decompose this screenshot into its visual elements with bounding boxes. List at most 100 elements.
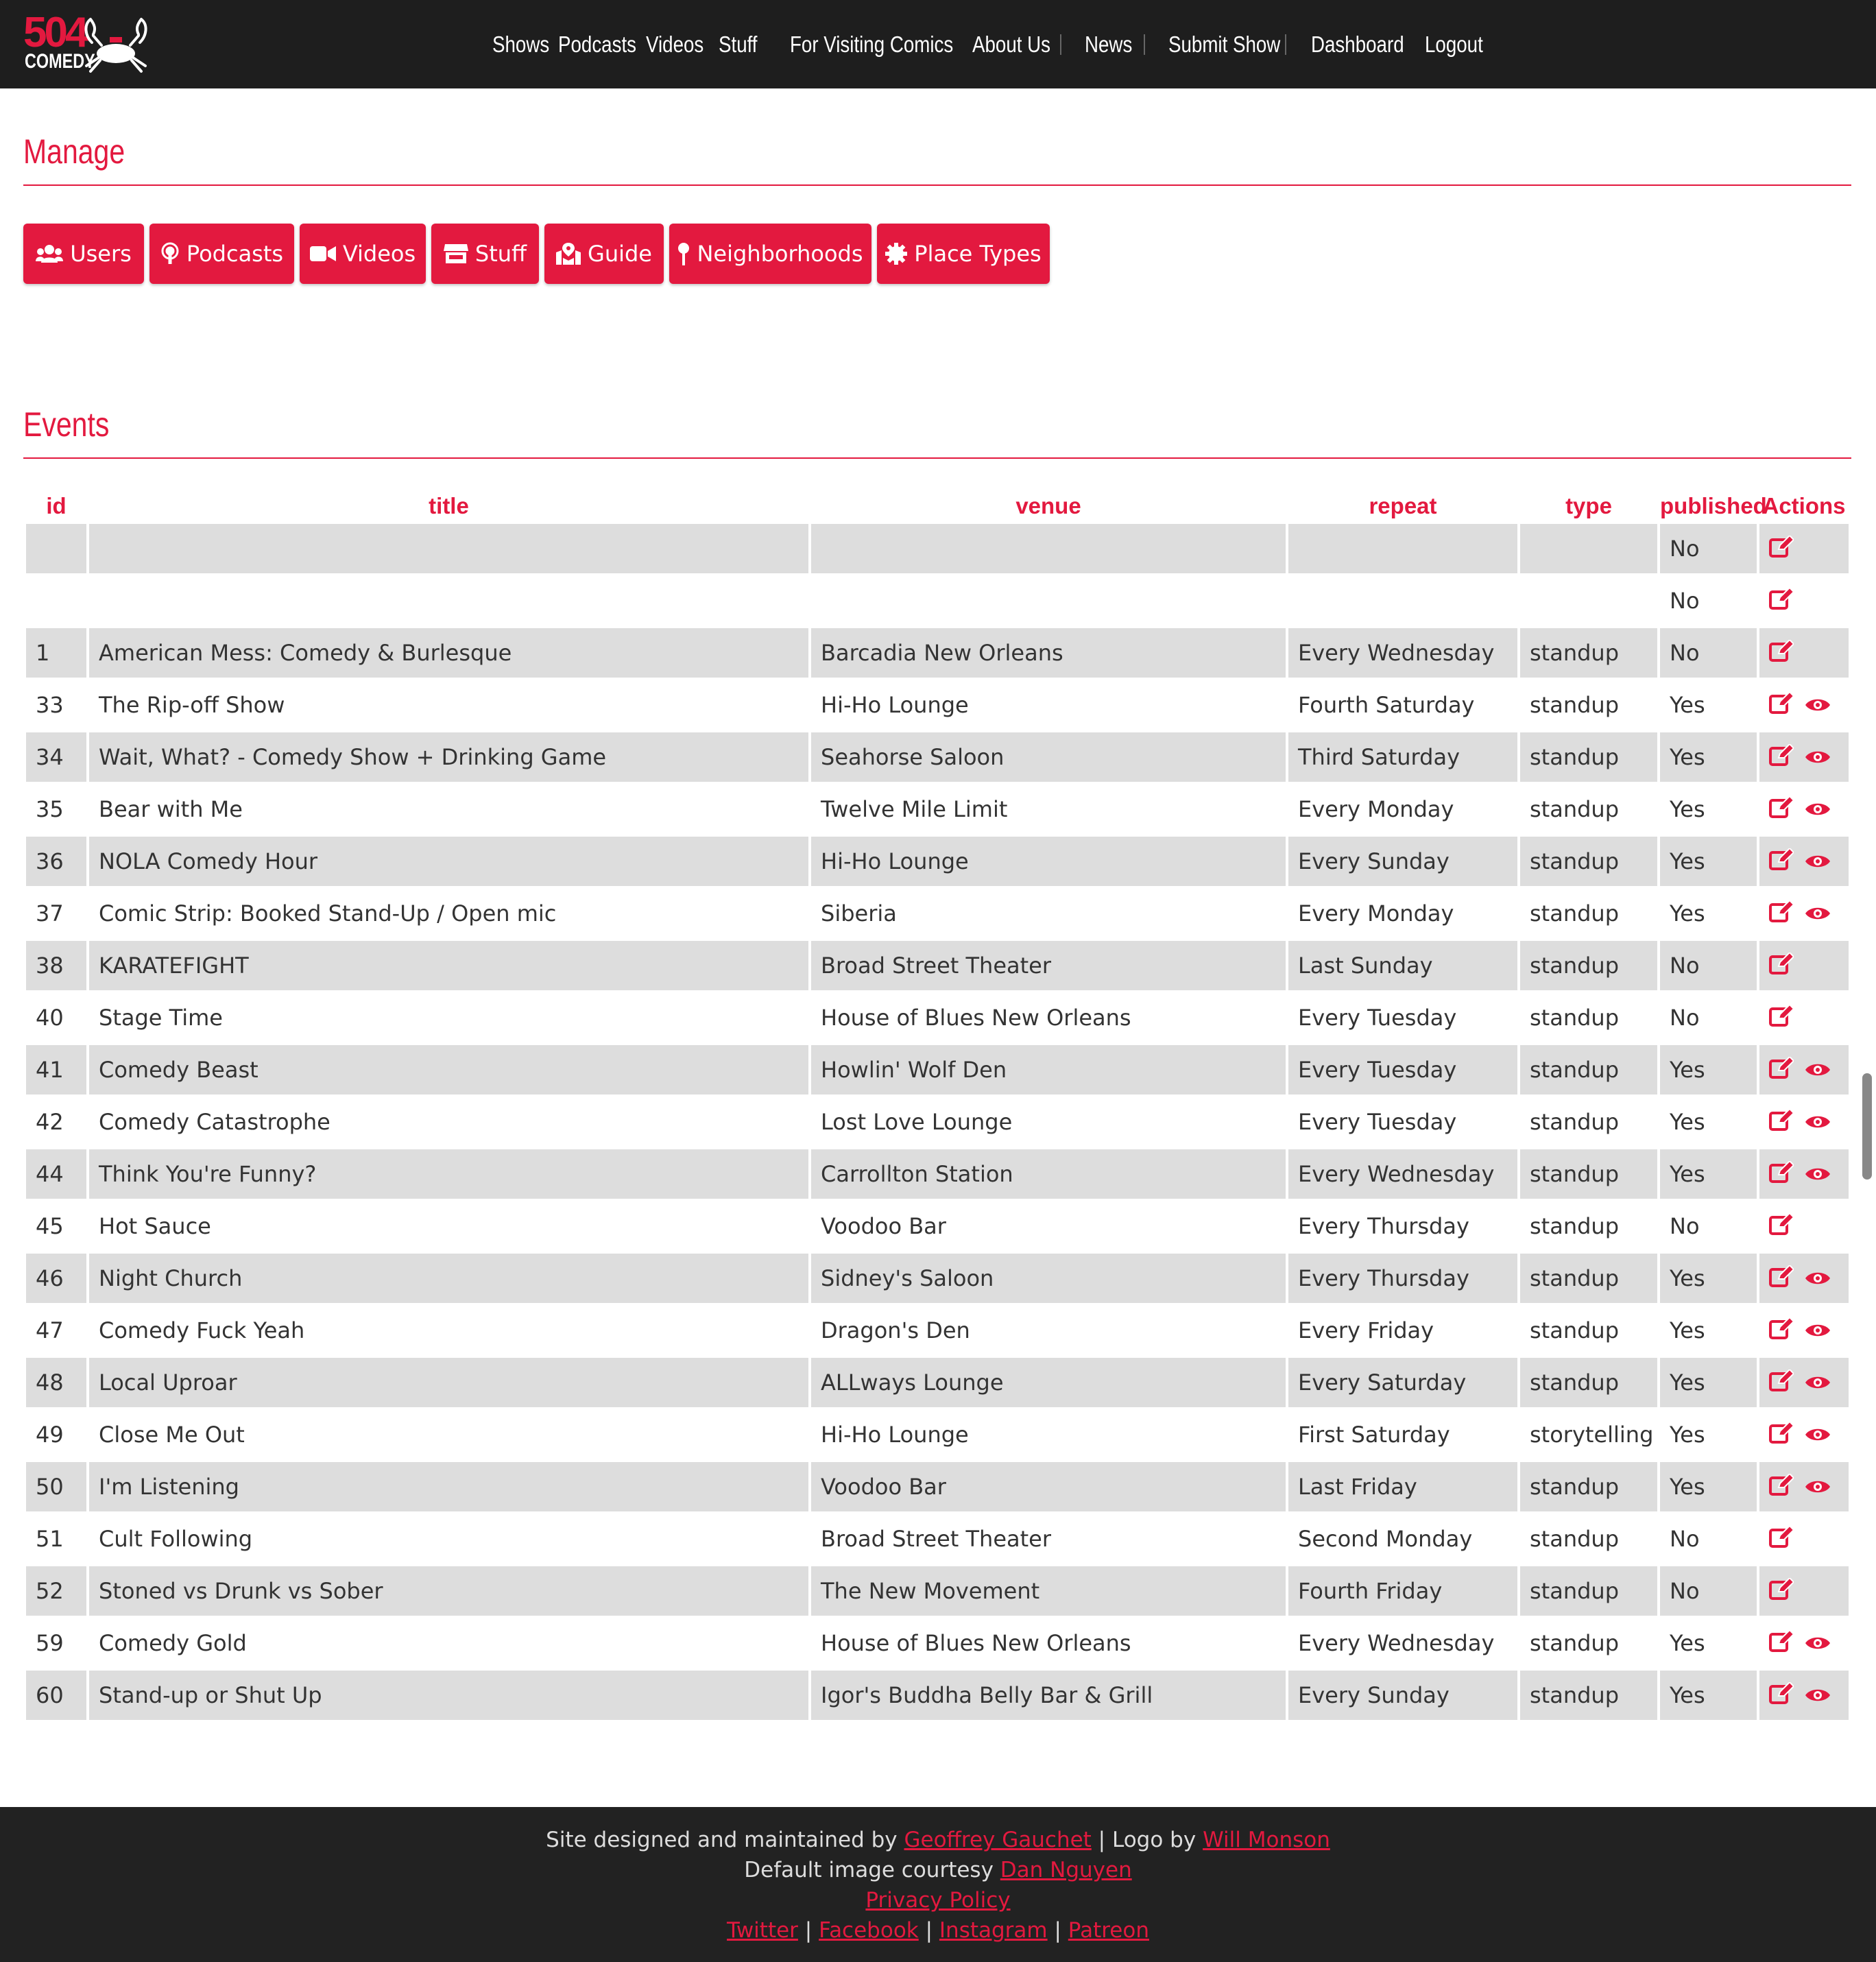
edit-icon[interactable]	[1769, 1420, 1795, 1449]
cell-id: 34	[26, 732, 86, 785]
stuff-button[interactable]: Stuff	[431, 224, 539, 284]
videos-button[interactable]: Videos	[300, 224, 426, 284]
nav-shows[interactable]: Shows	[492, 32, 549, 58]
logo-artist-link[interactable]: Will Monson	[1203, 1828, 1330, 1852]
eye-icon[interactable]	[1805, 1422, 1831, 1448]
nav-logout[interactable]: Logout	[1425, 32, 1483, 58]
users-button[interactable]: Users	[23, 224, 144, 284]
eye-icon[interactable]	[1805, 693, 1831, 719]
eye-icon[interactable]	[1805, 849, 1831, 875]
cell-published: Yes	[1660, 680, 1757, 732]
cell-title: Stage Time	[89, 993, 808, 1045]
eye-icon[interactable]	[1805, 797, 1831, 823]
podcasts-button[interactable]: Podcasts	[149, 224, 294, 284]
footer-image-credit: Default image courtesy Dan Nguyen	[0, 1858, 1876, 1882]
guide-button[interactable]: Guide	[544, 224, 664, 284]
edit-icon[interactable]	[1769, 1524, 1795, 1553]
column-header-repeat[interactable]: repeat	[1288, 488, 1517, 524]
edit-icon[interactable]	[1769, 1264, 1795, 1293]
designer-link[interactable]: Geoffrey Gauchet	[904, 1828, 1091, 1852]
eye-icon[interactable]	[1805, 1318, 1831, 1344]
nav-podcasts[interactable]: Podcasts	[558, 32, 636, 58]
edit-icon[interactable]	[1769, 1577, 1795, 1605]
nav-videos[interactable]: Videos	[646, 32, 706, 58]
table-row: 1 American Mess: Comedy & Burlesque Barcad…	[26, 628, 1849, 680]
column-header-published[interactable]: published	[1660, 488, 1767, 524]
nav-visiting-comics[interactable]: For Visiting Comics	[790, 32, 953, 58]
column-header-title[interactable]: title	[89, 488, 808, 524]
cell-repeat: Every Saturday	[1288, 1358, 1517, 1410]
column-header-type[interactable]: type	[1520, 488, 1657, 524]
edit-icon[interactable]	[1769, 743, 1795, 771]
edit-icon[interactable]	[1769, 638, 1795, 667]
edit-icon[interactable]	[1769, 1681, 1795, 1710]
cell-venue	[811, 576, 1286, 628]
edit-icon[interactable]	[1769, 795, 1795, 824]
edit-icon[interactable]	[1769, 691, 1795, 719]
page-scrollbar[interactable]	[1862, 1073, 1872, 1180]
cell-title: Bear with Me	[89, 785, 808, 837]
edit-icon[interactable]	[1769, 951, 1795, 980]
eye-icon[interactable]	[1805, 1162, 1831, 1188]
crab-icon	[84, 18, 147, 73]
column-header-venue[interactable]: venue	[811, 488, 1286, 524]
patreon-link[interactable]: Patreon	[1068, 1918, 1149, 1943]
cell-venue: Sidney's Saloon	[811, 1254, 1286, 1306]
edit-icon[interactable]	[1769, 1108, 1795, 1136]
eye-icon[interactable]	[1805, 1057, 1831, 1084]
edit-icon[interactable]	[1769, 1316, 1795, 1345]
eye-icon[interactable]	[1805, 745, 1831, 771]
events-divider	[23, 457, 1851, 459]
nav-about-us[interactable]: About Us	[972, 32, 1050, 58]
edit-icon[interactable]	[1769, 1212, 1795, 1241]
cell-id: 47	[26, 1306, 86, 1358]
edit-icon[interactable]	[1769, 847, 1795, 876]
cell-repeat	[1288, 576, 1517, 628]
cell-venue: The New Movement	[811, 1566, 1286, 1618]
table-row: 42 Comedy Catastrophe Lost Love Lounge Ever…	[26, 1097, 1849, 1149]
edit-icon[interactable]	[1769, 1472, 1795, 1501]
column-header-id[interactable]: id	[26, 488, 86, 524]
privacy-policy-link[interactable]: Privacy Policy	[865, 1888, 1010, 1913]
cell-id: 1	[26, 628, 86, 680]
cell-actions	[1759, 1149, 1849, 1201]
eye-icon[interactable]	[1805, 1683, 1831, 1709]
eye-icon[interactable]	[1805, 1110, 1831, 1136]
cell-venue: Siberia	[811, 889, 1286, 941]
facebook-link[interactable]: Facebook	[819, 1918, 919, 1943]
place-types-button[interactable]: Place Types	[877, 224, 1050, 284]
cell-actions	[1759, 1097, 1849, 1149]
eye-icon[interactable]	[1805, 1474, 1831, 1500]
eye-icon[interactable]	[1805, 901, 1831, 927]
cell-repeat: Every Thursday	[1288, 1201, 1517, 1254]
twitter-link[interactable]: Twitter	[727, 1918, 798, 1943]
edit-icon[interactable]	[1769, 899, 1795, 928]
cell-id: 33	[26, 680, 86, 732]
instagram-link[interactable]: Instagram	[939, 1918, 1048, 1943]
edit-icon[interactable]	[1769, 1368, 1795, 1397]
edit-icon[interactable]	[1769, 1003, 1795, 1032]
nav-stuff[interactable]: Stuff	[719, 32, 778, 58]
edit-icon[interactable]	[1769, 1629, 1795, 1658]
cell-repeat: Last Sunday	[1288, 941, 1517, 993]
edit-icon[interactable]	[1769, 1055, 1795, 1084]
edit-icon[interactable]	[1769, 534, 1795, 563]
eye-icon[interactable]	[1805, 1266, 1831, 1292]
eye-icon[interactable]	[1805, 1631, 1831, 1657]
cell-title: Comic Strip: Booked Stand-Up / Open mic	[89, 889, 808, 941]
cell-venue: Lost Love Lounge	[811, 1097, 1286, 1149]
cell-actions	[1759, 576, 1849, 628]
eye-icon[interactable]	[1805, 1370, 1831, 1396]
neighborhoods-button[interactable]: Neighborhoods	[669, 224, 871, 284]
edit-icon[interactable]	[1769, 586, 1795, 615]
cell-published: Yes	[1660, 1358, 1757, 1410]
site-logo[interactable]: 504 COMEDY	[23, 12, 154, 75]
cell-actions	[1759, 837, 1849, 889]
nav-news[interactable]: News	[1085, 32, 1134, 58]
table-row: 33 The Rip-off Show Hi-Ho Lounge Fourth Sat…	[26, 680, 1849, 732]
nav-submit-show[interactable]: Submit Show	[1168, 32, 1280, 58]
edit-icon[interactable]	[1769, 1160, 1795, 1188]
image-credit-link[interactable]: Dan Nguyen	[1000, 1858, 1132, 1882]
cell-title: The Rip-off Show	[89, 680, 808, 732]
nav-dashboard[interactable]: Dashboard	[1311, 32, 1406, 58]
